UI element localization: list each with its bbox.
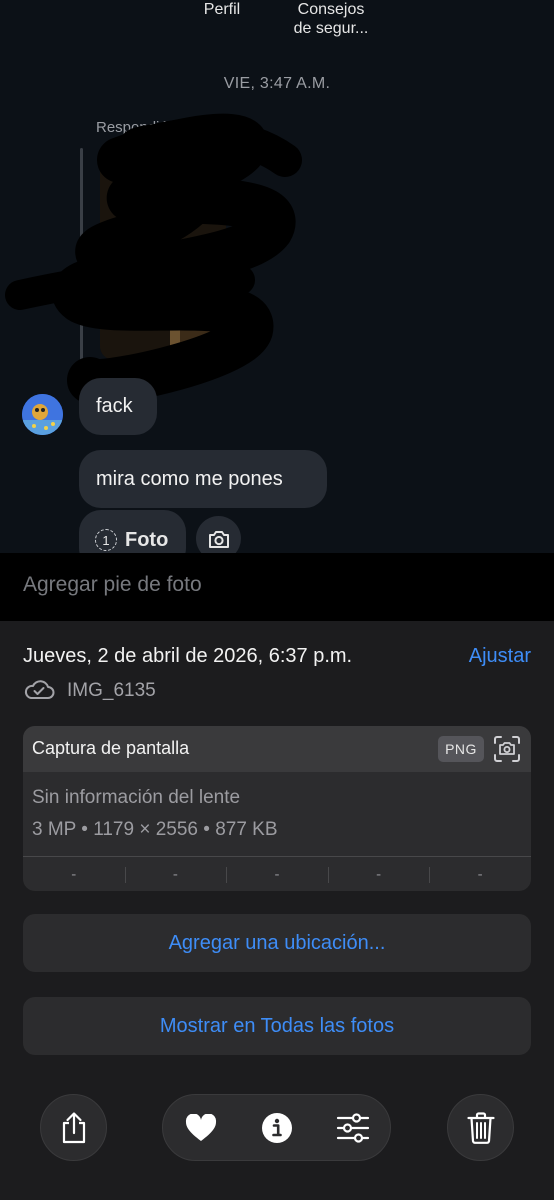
screenshot-icon — [494, 736, 520, 762]
favorite-button[interactable] — [183, 1110, 219, 1146]
info-icon — [262, 1113, 292, 1143]
file-name: IMG_6135 — [67, 680, 156, 701]
media-type: Captura de pantalla — [32, 738, 190, 758]
add-location-button[interactable]: Agregar una ubicación... — [23, 914, 531, 972]
sliders-icon — [336, 1113, 370, 1143]
lens-info: Sin información del lente — [32, 787, 241, 808]
adjust-date-button[interactable]: Ajustar — [469, 645, 531, 668]
metadata-card: Captura de pantalla PNG Sin información … — [23, 726, 531, 891]
message-text: fack — [96, 395, 133, 417]
heart-icon — [185, 1114, 217, 1141]
view-once-photo-bubble[interactable]: 1 Foto — [79, 510, 186, 553]
delete-button[interactable] — [447, 1094, 514, 1161]
caption-bar — [0, 553, 554, 621]
share-icon — [62, 1111, 85, 1143]
photo-date: Jueves, 2 de abril de 2026, 6:37 p.m. — [23, 645, 353, 667]
avatar[interactable] — [22, 394, 63, 435]
view-once-icon: 1 — [95, 529, 117, 551]
message-bubble[interactable]: fack — [79, 378, 157, 435]
exif-iso: - — [71, 865, 77, 883]
format-badge: PNG — [438, 736, 484, 762]
metadata-header: Captura de pantalla PNG — [23, 726, 531, 772]
icloud-check-icon — [24, 680, 55, 699]
show-in-all-photos-button[interactable]: Mostrar en Todas las fotos — [23, 997, 531, 1055]
info-button[interactable] — [259, 1110, 295, 1146]
message-bubble[interactable]: mira como me pones — [79, 450, 327, 508]
image-specs: 3 MP • 1179 × 2556 • 877 KB — [32, 819, 278, 840]
share-button[interactable] — [40, 1094, 107, 1161]
exif-focal-length: - — [124, 857, 227, 891]
photo-actions-pill — [162, 1094, 391, 1161]
trash-icon — [466, 1111, 495, 1144]
chat-thread: Perfil Consejos de segur... VIE, 3:47 A.… — [0, 0, 554, 553]
message-text: mira como me pones — [96, 467, 283, 490]
photo-label: Foto — [125, 528, 169, 551]
exif-exposure-value: - — [226, 857, 328, 891]
exif-shutter-speed: - — [429, 857, 531, 891]
camera-button[interactable] — [196, 516, 241, 553]
photo-info-sheet: Jueves, 2 de abril de 2026, 6:37 p.m. Aj… — [0, 621, 554, 1200]
camera-icon — [208, 530, 229, 548]
exif-row: - - - - - — [23, 856, 531, 891]
caption-input[interactable] — [23, 573, 523, 597]
edit-button[interactable] — [335, 1110, 371, 1146]
exif-aperture: - — [327, 857, 430, 891]
